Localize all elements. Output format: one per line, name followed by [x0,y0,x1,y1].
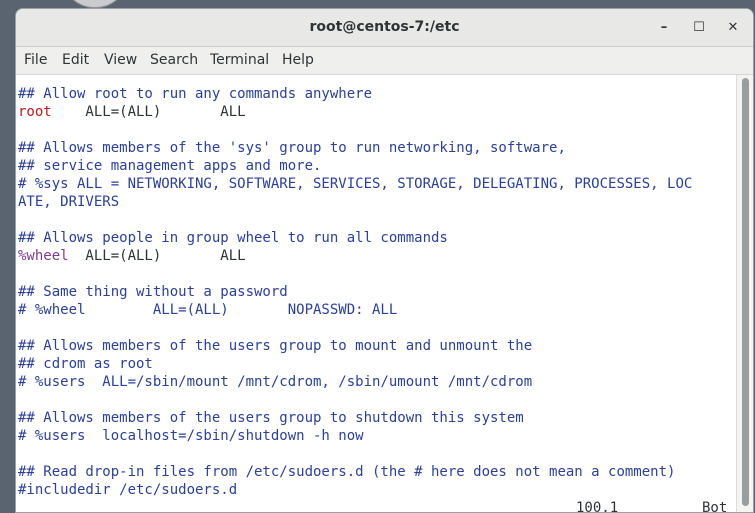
minimize-icon[interactable]: – [653,17,675,39]
root-rule-line: root ALL=(ALL) ALL [18,103,246,121]
terminal-line: # %wheel ALL=(ALL) NOPASSWD: ALL [18,302,398,318]
menu-search[interactable]: Search [150,47,198,74]
menu-bar: File Edit View Search Terminal Help [16,47,753,75]
menu-view[interactable]: View [104,47,137,74]
terminal-line: # %users ALL=/sbin/mount /mnt/cdrom, /sb… [18,374,533,390]
close-icon[interactable]: ✕ [722,17,744,39]
terminal-line: ## Allow root to run any commands anywhe… [18,86,373,102]
terminal-line: #includedir /etc/sudoers.d [18,482,238,498]
scrollbar-thumb[interactable] [742,78,749,506]
terminal-line: ## cdrom as root [18,356,153,372]
title-bar: root@centos-7:/etc – ☐ ✕ [16,9,753,47]
cursor-position: 100,1 [576,500,619,512]
terminal-line: ## service management apps and more. [18,158,322,174]
rule-user: root [18,104,52,120]
rule-spec: ALL=(ALL) ALL [51,104,246,120]
terminal-line: ## Allows people in group wheel to run a… [18,230,448,246]
terminal-line: ## Read drop-in files from /etc/sudoers.… [18,464,676,480]
wheel-rule-line: %wheel ALL=(ALL) ALL [18,247,246,265]
terminal-line: ## Allows members of the users group to … [18,338,533,354]
terminal-content[interactable]: ## Allow root to run any commands anywhe… [16,75,736,512]
menu-terminal[interactable]: Terminal [210,47,269,74]
terminal-window: root@centos-7:/etc – ☐ ✕ File Edit View … [16,9,753,512]
menu-file[interactable]: File [24,47,47,74]
menu-help[interactable]: Help [282,47,314,74]
terminal-line: ATE, DRIVERS [18,194,120,210]
desktop-icon [62,0,128,8]
rule-group: %wheel [18,248,69,264]
vertical-scrollbar[interactable] [736,75,753,512]
terminal-line: ## Same thing without a password [18,284,288,300]
rule-spec: ALL=(ALL) ALL [68,248,246,264]
terminal-line: # %users localhost=/sbin/shutdown -h now [18,428,364,444]
terminal-line: ## Allows members of the 'sys' group to … [18,140,566,156]
terminal-line: # %sys ALL = NETWORKING, SOFTWARE, SERVI… [18,176,693,192]
terminal-line: ## Allows members of the users group to … [18,410,524,426]
window-title: root@centos-7:/etc [309,19,460,35]
menu-edit[interactable]: Edit [62,47,89,74]
scroll-status: Bot [702,500,728,512]
maximize-icon[interactable]: ☐ [688,17,710,39]
